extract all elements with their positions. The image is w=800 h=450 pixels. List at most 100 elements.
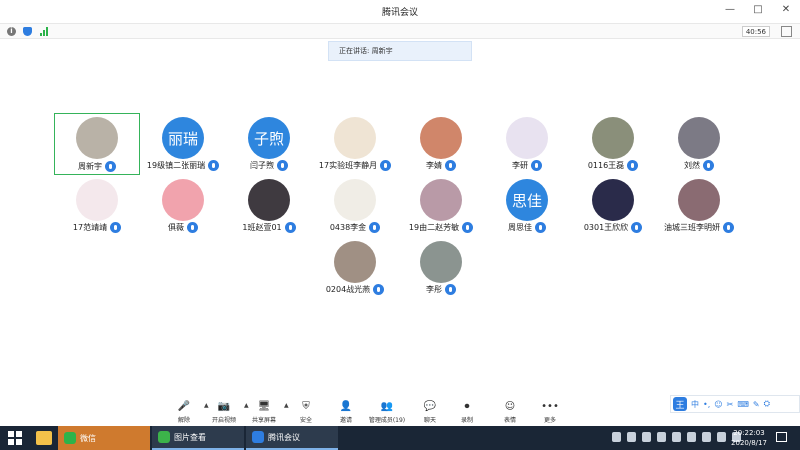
photo-viewer-icon xyxy=(158,431,170,443)
participant-name: 李研 xyxy=(512,160,528,170)
participant-avatar xyxy=(248,179,290,221)
participant-name: 闫子煦 xyxy=(250,160,274,170)
microphone-icon xyxy=(703,159,714,171)
toolbar-button-more[interactable]: ••• 更多 xyxy=(526,396,574,428)
security-shield-icon[interactable] xyxy=(23,27,32,36)
participant-tile[interactable]: 0116王磊 xyxy=(570,113,656,175)
meeting-timer: 40:56 xyxy=(741,26,770,37)
participant-name-row: 0438李金 xyxy=(312,220,398,234)
participant-avatar xyxy=(678,117,720,159)
microphone-icon: 🎤 xyxy=(177,400,191,412)
participant-tile[interactable]: 17实验班李静月 xyxy=(312,113,398,175)
participant-name-row: 油城三班李明妍 xyxy=(656,220,742,234)
start-button[interactable] xyxy=(8,431,22,445)
tray-mic-icon[interactable] xyxy=(642,432,651,442)
participant-tile[interactable]: 17范靖靖 xyxy=(54,175,140,237)
microphone-icon xyxy=(535,221,546,233)
volume-icon[interactable] xyxy=(717,432,726,442)
microphone-icon xyxy=(369,221,381,233)
toolbar-label: 录制 xyxy=(460,417,473,424)
network-signal-icon[interactable] xyxy=(40,27,49,36)
participant-tile[interactable]: 周新宇 xyxy=(54,113,140,175)
wifi-icon[interactable] xyxy=(702,432,711,442)
ime-emoji-icon[interactable]: ☺ xyxy=(714,400,722,409)
notification-icon[interactable] xyxy=(776,432,787,442)
participant-avatar xyxy=(334,241,376,283)
info-icon[interactable]: i xyxy=(7,27,16,36)
tencent-meeting-icon xyxy=(252,431,264,443)
battery-icon[interactable] xyxy=(687,432,696,442)
participant-tile[interactable]: 油城三班李明妍 xyxy=(656,175,742,237)
meeting-info-bar: i 40:56 xyxy=(0,23,800,39)
participant-tile[interactable]: 丽瑞 19级镇二张丽瑞 xyxy=(140,113,226,175)
chat-icon: 💬 xyxy=(423,400,437,412)
participant-avatar: 子煦 xyxy=(248,117,290,159)
participant-avatar: 丽瑞 xyxy=(162,117,204,159)
fullscreen-icon[interactable] xyxy=(781,26,792,37)
participant-tile[interactable]: 0301王欣欣 xyxy=(570,175,656,237)
ime-toolbar: 王 中 •, ☺ ✂ ⌨ ✎ ⛭ xyxy=(670,395,800,413)
microphone-icon xyxy=(105,160,116,172)
participant-tile[interactable]: 0204战光燕 xyxy=(312,237,398,299)
speaking-indicator: 正在讲话: 周新宇 xyxy=(328,41,472,61)
ime-punct-icon[interactable]: •, xyxy=(703,400,710,409)
participant-name: 油城三班李明妍 xyxy=(664,222,720,232)
participant-tile[interactable]: 1班赵萱01 xyxy=(226,175,312,237)
ime-settings-icon[interactable]: ⛭ xyxy=(764,399,770,409)
taskbar-wechat[interactable]: 微信 xyxy=(58,426,150,450)
participant-tile[interactable]: 李婧 xyxy=(398,113,484,175)
toolbar-dropdown-caret-icon[interactable]: ▲ xyxy=(244,402,249,409)
participant-name-row: 李婧 xyxy=(398,158,484,172)
participant-name-row: 李彤 xyxy=(398,282,484,296)
participant-tile[interactable]: 李彤 xyxy=(398,237,484,299)
participant-tile[interactable]: 俱薇 xyxy=(140,175,226,237)
ime-logo-icon[interactable]: 王 xyxy=(673,397,687,411)
microphone-icon xyxy=(631,221,643,233)
ime-mode-toggle[interactable]: 中 xyxy=(691,399,699,410)
more-icon: ••• xyxy=(541,400,559,412)
participant-avatar xyxy=(334,117,376,159)
minimize-button[interactable]: — xyxy=(724,4,736,15)
participant-avatar xyxy=(334,179,376,221)
participant-name-row: 0301王欣欣 xyxy=(570,220,656,234)
participant-name: 周新宇 xyxy=(78,161,102,171)
emoji-icon: ☺ xyxy=(504,400,516,412)
ime-keyboard-icon[interactable]: ⌨ xyxy=(737,400,749,409)
taskbar-clock[interactable]: 20:22:03 2020/8/17 xyxy=(728,428,770,448)
microphone-icon xyxy=(627,159,639,171)
participant-avatar: 思佳 xyxy=(506,179,548,221)
file-explorer-icon[interactable] xyxy=(36,431,52,445)
toolbar-dropdown-caret-icon[interactable]: ▲ xyxy=(284,402,289,409)
taskbar-tencent-meeting[interactable]: 腾讯会议 xyxy=(246,426,338,450)
share-screen-icon: 🖥 xyxy=(257,400,271,412)
microphone-icon xyxy=(208,159,220,171)
participant-tile[interactable]: 0438李金 xyxy=(312,175,398,237)
toolbar-button-share-screen[interactable]: 🖥 共享屏幕 xyxy=(240,396,288,428)
tray-wechat-icon[interactable] xyxy=(657,432,666,442)
window-controls: — □ ✕ xyxy=(724,4,792,15)
participant-name: 刘然 xyxy=(684,160,700,170)
tray-app-icon[interactable] xyxy=(627,432,636,442)
participant-tile[interactable]: 思佳 周思佳 xyxy=(484,175,570,237)
close-button[interactable]: ✕ xyxy=(780,4,792,15)
toolbar-button-record[interactable]: ⏺ 录制 xyxy=(443,396,491,428)
bluetooth-icon[interactable] xyxy=(612,432,621,442)
camera-off-icon: 📷 xyxy=(217,400,231,412)
participant-name-row: 刘然 xyxy=(656,158,742,172)
tray-chat-icon[interactable] xyxy=(672,432,681,442)
participant-name: 周思佳 xyxy=(508,222,532,232)
participant-avatar xyxy=(592,179,634,221)
maximize-button[interactable]: □ xyxy=(752,4,764,15)
ime-screenshot-icon[interactable]: ✂ xyxy=(727,400,734,409)
participant-tile[interactable]: 子煦 闫子煦 xyxy=(226,113,312,175)
taskbar-photo-viewer[interactable]: 图片查看 xyxy=(152,426,244,450)
ime-skin-icon[interactable]: ✎ xyxy=(753,400,760,409)
toolbar-button-members[interactable]: 👥 管理成员(19) xyxy=(363,396,411,428)
meeting-toolbar: 🎤 解除 📷 开启视频 🖥 共享屏幕 ⛨ 安全 👤 邀请 👥 管理成员(19) 💬 聊天 ⏺ 录制 ☺ 表情 •••… xyxy=(160,396,580,428)
toolbar-dropdown-caret-icon[interactable]: ▲ xyxy=(204,402,209,409)
participant-name: 0204战光燕 xyxy=(325,284,371,294)
participant-tile[interactable]: 19由二赵芳敏 xyxy=(398,175,484,237)
participant-tile[interactable]: 李研 xyxy=(484,113,570,175)
participant-tile[interactable]: 刘然 xyxy=(656,113,742,175)
clock-time: 20:22:03 xyxy=(733,429,765,437)
